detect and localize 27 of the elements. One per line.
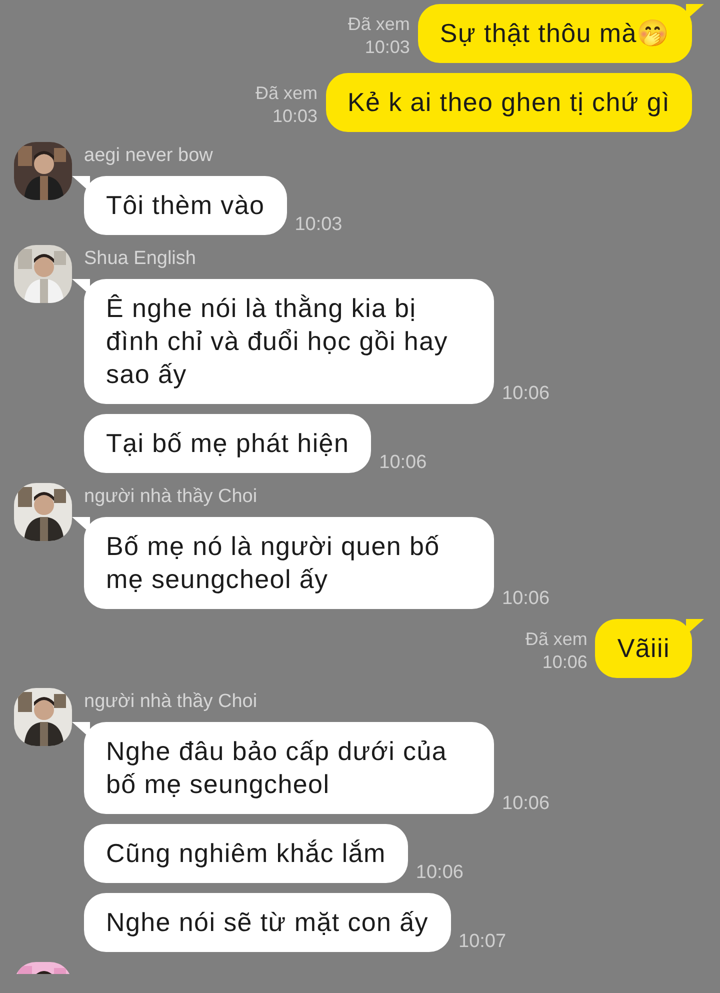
message-bubble: Nghe đâu bảo cấp dưới của bố mẹ seungcheol — [84, 722, 494, 814]
message-time: 10:03 — [272, 105, 318, 128]
message-bubble: Vãiii — [595, 619, 692, 678]
message-time: 10:03 — [364, 36, 410, 59]
message-bubble: Tại bố mẹ phát hiện — [84, 414, 372, 473]
sender-name: người nhà thầy Choi — [84, 690, 258, 714]
message-time: 10:06 — [502, 586, 550, 610]
message-time: 10:07 — [458, 930, 506, 954]
read-receipt: Đã xem — [525, 628, 588, 651]
message-time: 10:06 — [542, 651, 588, 674]
message-bubble: Bố mẹ nó là người quen bố mẹ seungcheol ấy — [84, 517, 494, 609]
sender-name: Shua English — [84, 247, 197, 271]
message-time: 10:03 — [294, 212, 342, 236]
message-bubble: Kẻ k ai theo ghen tị chứ gì — [326, 73, 692, 132]
message-time: 10:06 — [416, 860, 464, 884]
message-bubble: Sự thật thôu mà🤭 — [418, 4, 692, 63]
message-bubble: Nghe nói sẽ từ mặt con ấy — [84, 893, 451, 952]
read-receipt: Đã xem — [348, 13, 410, 36]
message-time: 10:06 — [379, 450, 427, 474]
message-bubble: Tôi thèm vào — [84, 176, 287, 235]
message-bubble: Cũng nghiêm khắc lắm — [84, 824, 408, 883]
read-receipt: Đã xem — [255, 82, 318, 105]
sender-name: người nhà thầy Choi — [84, 485, 258, 509]
message-bubble: Ê nghe nói là thằng kia bị đình chỉ và đuổi học gồi hay sao ấy — [84, 279, 494, 404]
message-time: 10:06 — [502, 382, 550, 406]
message-time: 10:06 — [502, 792, 550, 816]
sender-name: aegi never bow — [84, 144, 214, 168]
